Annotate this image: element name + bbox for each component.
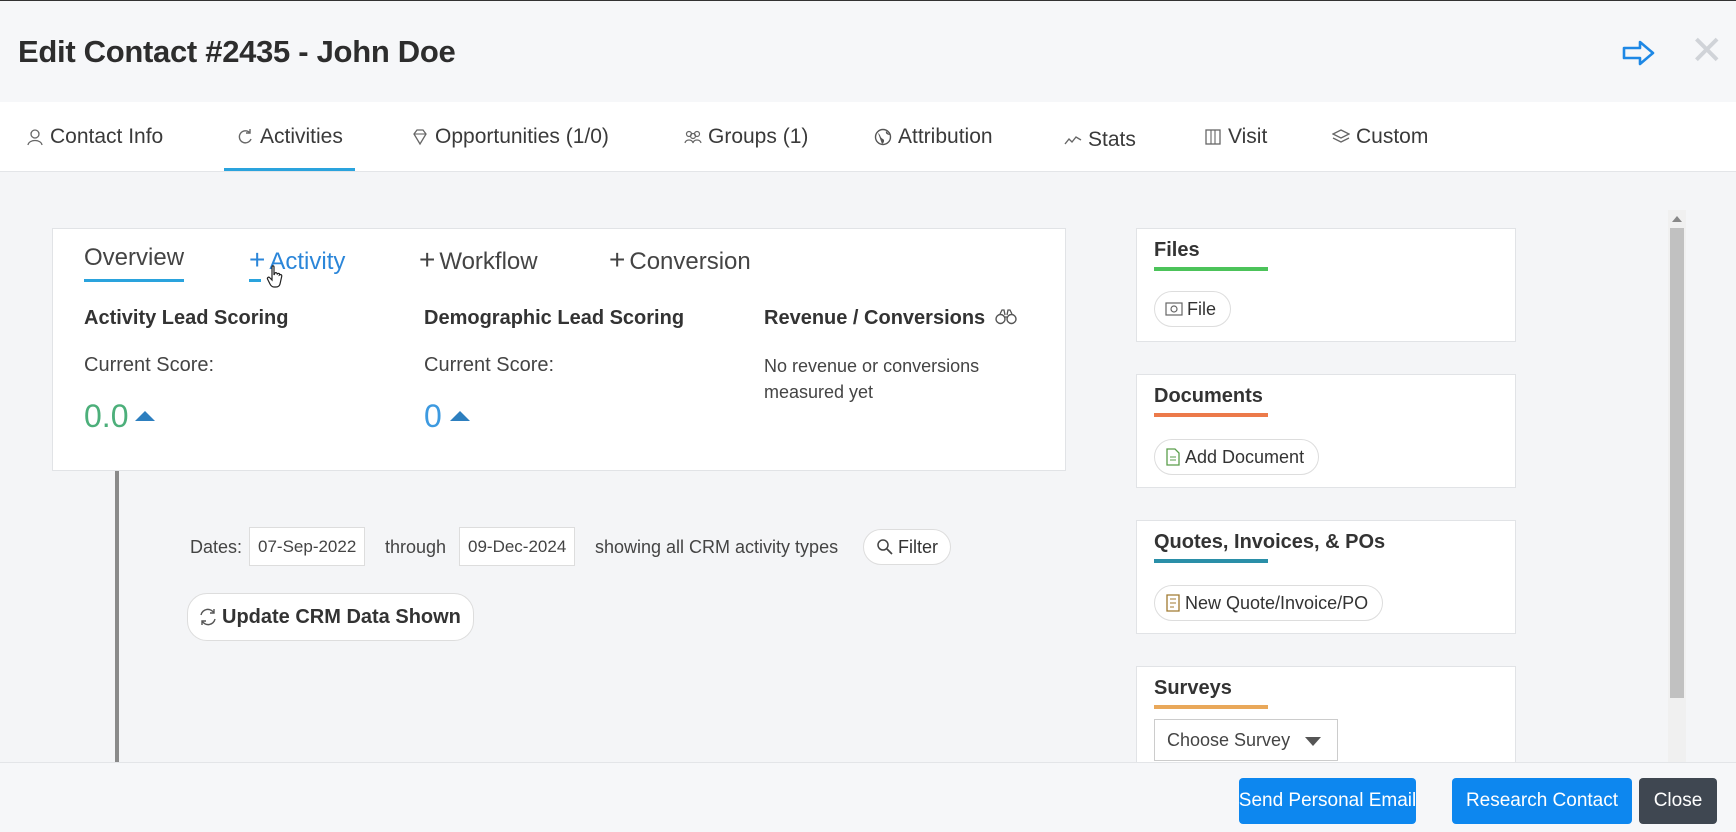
forward-arrow-icon[interactable] bbox=[1622, 39, 1656, 67]
scroll-up-icon[interactable] bbox=[1672, 216, 1682, 222]
surveys-card: Surveys Choose Survey bbox=[1136, 666, 1516, 776]
document-icon bbox=[1166, 448, 1180, 466]
tab-visit[interactable]: Visit bbox=[1204, 102, 1267, 172]
documents-title: Documents bbox=[1154, 385, 1263, 407]
through-label: through bbox=[385, 536, 447, 557]
add-document-label: Add Document bbox=[1185, 446, 1305, 467]
file-label: File bbox=[1187, 298, 1217, 319]
diamond-icon bbox=[413, 129, 427, 146]
tab-label: Activities bbox=[260, 125, 343, 148]
layers-icon bbox=[1332, 129, 1350, 143]
tab-bar: Contact Info Activities Opportunities (1… bbox=[0, 102, 1736, 172]
refresh-icon bbox=[238, 129, 252, 144]
survey-select-value: Choose Survey bbox=[1167, 729, 1291, 750]
scrollbar-thumb[interactable] bbox=[1670, 228, 1684, 698]
close-icon[interactable]: ✕ bbox=[1690, 31, 1724, 71]
activity-score-label: Current Score: bbox=[84, 354, 215, 376]
page-title: Edit Contact #2435 - John Doe bbox=[18, 34, 456, 69]
tab-label: Opportunities (1/0) bbox=[435, 125, 609, 148]
user-icon bbox=[27, 129, 43, 146]
update-label: Update CRM Data Shown bbox=[222, 605, 461, 628]
plus-icon: + bbox=[609, 244, 626, 275]
globe-icon bbox=[874, 128, 892, 146]
update-crm-button[interactable]: Update CRM Data Shown bbox=[187, 593, 474, 641]
subtab-label: Conversion bbox=[629, 248, 751, 275]
activity-score-value: 0.0 bbox=[84, 398, 129, 434]
revenue-text: No revenue or conversions measured yet bbox=[764, 356, 980, 402]
trend-icon bbox=[1064, 136, 1082, 145]
subtab-workflow[interactable]: + Workflow bbox=[419, 244, 538, 276]
tab-label: Custom bbox=[1356, 125, 1429, 148]
quotes-card: Quotes, Invoices, & POs New Quote/Invoic… bbox=[1136, 520, 1516, 634]
file-camera-icon bbox=[1165, 302, 1183, 316]
invoice-icon bbox=[1166, 594, 1180, 612]
tab-attribution[interactable]: Attribution bbox=[874, 102, 993, 172]
subtab-label: Workflow bbox=[439, 248, 538, 275]
files-underline bbox=[1154, 267, 1268, 271]
tab-activities[interactable]: Activities bbox=[224, 102, 355, 172]
active-underline bbox=[249, 279, 261, 282]
quotes-underline bbox=[1154, 559, 1268, 563]
subtab-label: Overview bbox=[84, 244, 185, 271]
tab-contact-info[interactable]: Contact Info bbox=[26, 102, 163, 172]
tab-groups[interactable]: Groups (1) bbox=[684, 102, 808, 172]
revenue-heading: Revenue / Conversions bbox=[764, 307, 1017, 330]
subtab-activity[interactable]: + Activity bbox=[249, 244, 345, 282]
demographic-score-label: Current Score: bbox=[424, 354, 555, 376]
quotes-title: Quotes, Invoices, & POs bbox=[1154, 531, 1386, 553]
demographic-score-value: 0 bbox=[424, 398, 442, 434]
showing-text: showing all CRM activity types bbox=[595, 536, 839, 557]
search-icon bbox=[877, 539, 893, 555]
send-personal-email-button[interactable]: Send Personal Email bbox=[1239, 778, 1416, 824]
hand-cursor-icon bbox=[266, 265, 283, 288]
demographic-scoring-heading: Demographic Lead Scoring bbox=[424, 307, 685, 329]
tab-custom[interactable]: Custom bbox=[1332, 102, 1428, 172]
files-card: Files File bbox=[1136, 228, 1516, 342]
subtab-overview[interactable]: Overview bbox=[84, 244, 185, 282]
plus-icon: + bbox=[249, 244, 266, 275]
tab-label: Visit bbox=[1228, 125, 1268, 148]
plus-icon: + bbox=[419, 244, 436, 275]
tab-label: Groups (1) bbox=[708, 125, 809, 148]
new-quote-label: New Quote/Invoice/PO bbox=[1185, 592, 1369, 613]
documents-card: Documents Add Document bbox=[1136, 374, 1516, 488]
subtab-conversion[interactable]: + Conversion bbox=[609, 244, 751, 276]
chevron-down-icon bbox=[1305, 737, 1321, 746]
tab-label: Contact Info bbox=[50, 125, 164, 148]
tab-label: Stats bbox=[1088, 128, 1136, 151]
add-file-button[interactable]: File bbox=[1154, 291, 1232, 327]
surveys-underline bbox=[1154, 705, 1268, 709]
map-icon bbox=[1205, 129, 1221, 145]
end-date-input[interactable]: 09-Dec-2024 bbox=[459, 527, 576, 566]
filter-button[interactable]: Filter bbox=[863, 529, 951, 565]
refresh-icon bbox=[200, 608, 216, 626]
surveys-title: Surveys bbox=[1154, 677, 1232, 699]
active-underline bbox=[84, 279, 185, 282]
binoculars-icon[interactable] bbox=[995, 309, 1017, 325]
activity-scoring-heading: Activity Lead Scoring bbox=[84, 307, 289, 329]
timeline-line bbox=[115, 470, 119, 765]
overview-card bbox=[52, 228, 1066, 471]
revenue-heading-text: Revenue / Conversions bbox=[764, 307, 986, 329]
new-quote-button[interactable]: New Quote/Invoice/PO bbox=[1154, 585, 1384, 621]
survey-select[interactable]: Choose Survey bbox=[1154, 719, 1338, 761]
tab-label: Attribution bbox=[898, 125, 993, 148]
score-up-icon[interactable] bbox=[135, 411, 155, 421]
dates-label: Dates: bbox=[190, 536, 243, 557]
tab-stats[interactable]: Stats bbox=[1064, 105, 1136, 175]
research-contact-button[interactable]: Research Contact bbox=[1452, 778, 1632, 824]
filter-label: Filter bbox=[898, 536, 938, 557]
close-button[interactable]: Close bbox=[1639, 778, 1717, 824]
score-up-icon[interactable] bbox=[450, 411, 470, 421]
modal-header: Edit Contact #2435 - John Doe ✕ bbox=[0, 0, 1736, 102]
documents-underline bbox=[1154, 413, 1268, 417]
files-title: Files bbox=[1154, 239, 1200, 261]
tab-opportunities[interactable]: Opportunities (1/0) bbox=[411, 102, 609, 172]
group-icon bbox=[684, 130, 702, 144]
add-document-button[interactable]: Add Document bbox=[1154, 439, 1320, 475]
start-date-input[interactable]: 07-Sep-2022 bbox=[249, 527, 366, 566]
